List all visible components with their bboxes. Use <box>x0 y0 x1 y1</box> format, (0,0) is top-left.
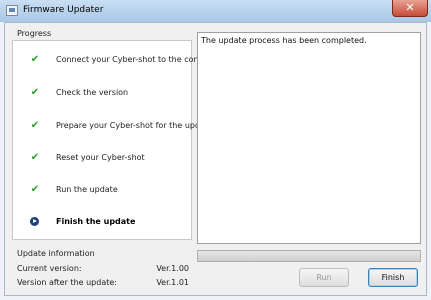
app-icon <box>6 5 18 16</box>
status-message-box: The update process has been completed. <box>197 32 421 244</box>
check-icon: ✔ <box>30 183 40 195</box>
close-button[interactable]: ✕ <box>392 0 428 17</box>
current-version-row: Current version: Ver.1.00 <box>17 264 189 273</box>
step-label: Reset your Cyber-shot <box>56 152 145 162</box>
check-icon: ✔ <box>30 119 40 131</box>
firmware-updater-window: Firmware Updater ✕ Progress ✔ Connect yo… <box>0 0 431 300</box>
status-message: The update process has been completed. <box>201 36 367 45</box>
run-button[interactable]: Run <box>299 268 349 287</box>
check-icon: ✔ <box>30 151 40 163</box>
check-icon: ✔ <box>30 53 40 65</box>
step-prepare: ✔ Prepare your Cyber-shot for the update <box>28 119 213 131</box>
update-progress-bar <box>197 250 421 262</box>
title-bar[interactable]: Firmware Updater ✕ <box>0 0 431 22</box>
step-label: Finish the update <box>56 216 136 226</box>
new-version-row: Version after the update: Ver.1.01 <box>17 278 189 287</box>
step-check-version: ✔ Check the version <box>28 86 128 98</box>
update-information-title: Update information <box>17 249 95 258</box>
left-panel: Progress ✔ Connect your Cyber-shot to th… <box>12 29 223 293</box>
finish-button[interactable]: Finish <box>368 268 418 287</box>
step-label: Run the update <box>56 184 118 194</box>
client-area: Progress ✔ Connect your Cyber-shot to th… <box>4 22 427 296</box>
check-icon: ✔ <box>30 86 40 98</box>
window-title: Firmware Updater <box>23 5 104 15</box>
new-version-label: Version after the update: <box>17 278 117 287</box>
step-run-update: ✔ Run the update <box>28 183 118 195</box>
progress-steps-box: ✔ Connect your Cyber-shot to the compute… <box>12 40 223 240</box>
current-version-label: Current version: <box>17 264 82 273</box>
step-connect: ✔ Connect your Cyber-shot to the compute… <box>28 53 223 65</box>
progress-group-title: Progress <box>17 29 52 38</box>
step-finish-update: Finish the update <box>28 215 135 227</box>
current-version-value: Ver.1.00 <box>156 264 189 273</box>
new-version-value: Ver.1.01 <box>156 278 189 287</box>
progress-bar-fill <box>198 251 420 261</box>
step-label: Prepare your Cyber-shot for the update <box>56 120 214 130</box>
step-reset: ✔ Reset your Cyber-shot <box>28 151 145 163</box>
step-label: Check the version <box>56 87 129 97</box>
current-step-arrow-icon <box>30 216 39 226</box>
